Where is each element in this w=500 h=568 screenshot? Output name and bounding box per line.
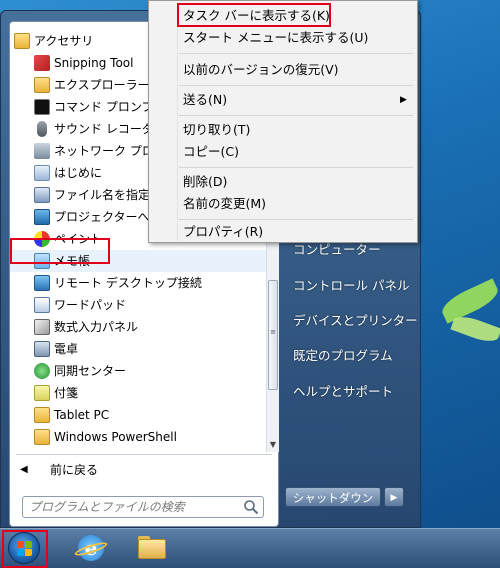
- scroll-thumb[interactable]: ≡: [268, 280, 278, 390]
- folder-windows-powershell[interactable]: Windows PowerShell: [10, 426, 266, 448]
- highlight-notepad: [10, 238, 110, 264]
- network-projector-icon: [34, 143, 50, 159]
- run-icon: [34, 187, 50, 203]
- program-label: はじめに: [54, 166, 103, 180]
- sticky-note-icon: [34, 385, 50, 401]
- program-label: 電卓: [54, 342, 79, 356]
- right-link-label: コントロール パネル: [293, 278, 410, 293]
- monitor-icon: [34, 209, 50, 225]
- getting-started-icon: [34, 165, 50, 181]
- program-wordpad[interactable]: ワードパッド: [10, 294, 266, 316]
- menu-item-restore-previous[interactable]: 以前のバージョンの復元(V): [183, 59, 339, 81]
- shutdown-button[interactable]: シャットダウン: [285, 487, 381, 507]
- submenu-arrow-icon: ▶: [400, 95, 407, 105]
- microphone-icon: [37, 121, 47, 137]
- right-link-label: コンピューター: [293, 242, 381, 257]
- program-sticky-notes[interactable]: 付箋: [10, 382, 266, 404]
- program-label: Snipping Tool: [54, 56, 134, 70]
- program-label: Tablet PC: [54, 408, 110, 422]
- wordpad-icon: [34, 297, 50, 313]
- menu-separator: [179, 53, 413, 54]
- program-label: リモート デスクトップ接続: [54, 276, 202, 290]
- taskbar: e: [0, 528, 500, 568]
- menu-gutter: [177, 3, 178, 241]
- right-link-label: ヘルプとサポート: [293, 384, 394, 399]
- taskbar-explorer[interactable]: [134, 533, 170, 565]
- remote-desktop-icon: [34, 275, 50, 291]
- search-icon: [244, 500, 259, 515]
- highlight-pin-taskbar: [177, 3, 331, 27]
- menu-item-cut[interactable]: 切り取り(T): [183, 119, 250, 141]
- menu-item-delete[interactable]: 削除(D): [183, 171, 227, 193]
- right-link-label: 既定のプログラム: [293, 348, 393, 363]
- explorer-folder-icon: [138, 539, 166, 559]
- menu-item-rename[interactable]: 名前の変更(M): [183, 193, 266, 215]
- context-menu: タスク バーに表示する(K) スタート メニューに表示する(U) 以前のバージョ…: [148, 0, 418, 243]
- menu-separator: [179, 85, 413, 86]
- program-math-input[interactable]: 数式入力パネル: [10, 316, 266, 338]
- right-link-default-programs[interactable]: 既定のプログラム: [293, 345, 393, 364]
- terminal-icon: [34, 99, 50, 115]
- scroll-down-arrow-icon[interactable]: ▼: [267, 438, 279, 452]
- folder-icon: [14, 33, 30, 49]
- program-calculator[interactable]: 電卓: [10, 338, 266, 360]
- program-label: 同期センター: [54, 364, 127, 378]
- shutdown-options-arrow-icon[interactable]: ▶: [384, 487, 404, 507]
- program-label: 付箋: [54, 386, 79, 400]
- menu-item-send-to[interactable]: 送る(N): [183, 89, 227, 111]
- folder-icon: [34, 429, 50, 445]
- folder-icon: [34, 407, 50, 423]
- right-link-help-support[interactable]: ヘルプとサポート: [293, 381, 393, 400]
- wallpaper-leaf: [450, 312, 500, 346]
- back-arrow-icon: ◀: [20, 464, 28, 475]
- divider: [16, 454, 272, 455]
- math-input-icon: [34, 319, 50, 335]
- right-link-devices-printers[interactable]: デバイスとプリンター: [293, 310, 418, 329]
- calculator-icon: [34, 341, 50, 357]
- program-label: Windows PowerShell: [54, 430, 177, 444]
- sync-icon: [34, 363, 50, 379]
- menu-item-copy[interactable]: コピー(C): [183, 141, 239, 163]
- program-label: アクセサリ: [34, 34, 94, 48]
- menu-item-pin-start[interactable]: スタート メニューに表示する(U): [183, 27, 368, 49]
- menu-separator: [179, 167, 413, 168]
- folder-tablet-pc[interactable]: Tablet PC: [10, 404, 266, 426]
- highlight-start-button: [2, 530, 48, 568]
- search-placeholder: プログラムとファイルの検索: [29, 500, 185, 514]
- search-input[interactable]: プログラムとファイルの検索: [22, 496, 264, 518]
- scissors-icon: [34, 55, 50, 71]
- back-button[interactable]: ◀ 前に戻る: [10, 458, 266, 482]
- program-label: ワードパッド: [54, 298, 127, 312]
- grip-icon: ≡: [270, 328, 276, 336]
- program-label: エクスプローラー: [54, 78, 150, 92]
- program-label: 数式入力パネル: [54, 320, 139, 334]
- back-label: 前に戻る: [50, 463, 99, 477]
- right-link-control-panel[interactable]: コントロール パネル: [293, 275, 409, 294]
- menu-item-properties[interactable]: プロパティ(R): [183, 221, 263, 243]
- explorer-folder-icon: [34, 77, 50, 93]
- menu-separator: [179, 219, 413, 220]
- program-remote-desktop[interactable]: リモート デスクトップ接続: [10, 272, 266, 294]
- shutdown-label: シャットダウン: [292, 491, 374, 505]
- program-sync-center[interactable]: 同期センター: [10, 360, 266, 382]
- taskbar-internet-explorer[interactable]: e: [72, 533, 109, 565]
- menu-separator: [179, 115, 413, 116]
- right-link-label: デバイスとプリンター: [293, 313, 418, 328]
